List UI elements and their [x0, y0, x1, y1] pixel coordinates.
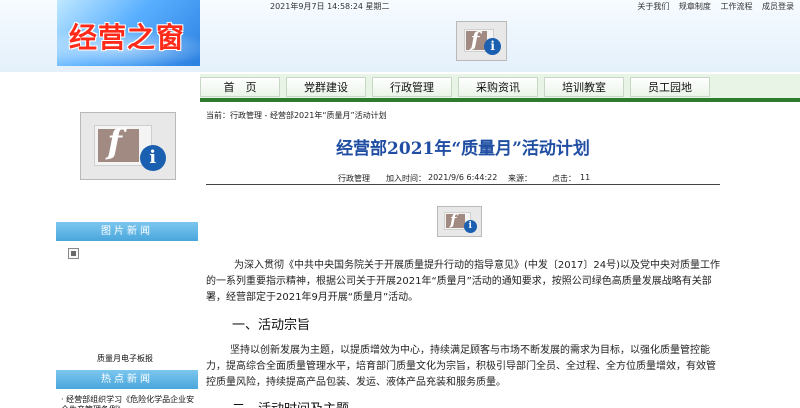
- info-icon: i: [484, 38, 502, 56]
- nav-tab-home[interactable]: 首 页: [200, 77, 280, 97]
- top-link-workflow[interactable]: 工作流程: [720, 2, 752, 11]
- pic-news-caption[interactable]: 质量月电子板报: [97, 353, 153, 364]
- clicks-label: 点击：: [552, 174, 576, 183]
- flash-f-icon: f: [470, 27, 480, 52]
- top-link-login[interactable]: 成员登录: [762, 2, 794, 11]
- pic-news-header[interactable]: 图片新闻: [56, 222, 198, 241]
- site-header: 经营之窗 2021年9月7日 14:58:24 星期二 关于我们 规章制度 工作…: [0, 0, 800, 72]
- article-meta: 行政管理 加入时间： 2021/9/6 6:44:22 来源： 点击： 11: [206, 169, 720, 185]
- logo-text: 经营之窗: [69, 21, 186, 54]
- clicks-value: 11: [580, 173, 591, 182]
- breadcrumb: 当前：行政管理 - 经营部2021年“质量月”活动计划: [206, 111, 387, 120]
- flash-plugin-icon[interactable]: f i: [437, 206, 482, 237]
- article-category: 行政管理: [338, 174, 370, 183]
- top-links: 关于我们 规章制度 工作流程 成员登录: [630, 1, 794, 12]
- hot-news-item[interactable]: · 经营部组织学习《危险化学品企业安全生产管理条例》: [61, 395, 198, 408]
- info-icon: i: [463, 219, 477, 233]
- site-logo[interactable]: 经营之窗: [57, 0, 200, 66]
- nav-tab-party[interactable]: 党群建设: [286, 77, 366, 97]
- hot-news-header[interactable]: 热点新闻: [56, 370, 198, 389]
- flash-plugin-icon[interactable]: f i: [80, 112, 176, 180]
- hot-news-item-text: 经营部组织学习《危险化学品企业安全生产管理条例》: [61, 395, 195, 408]
- info-icon: i: [139, 145, 166, 172]
- main-nav: 首 页 党群建设 行政管理 采购资讯 培训教室 员工园地: [200, 72, 800, 102]
- article-title: 经营部2021年“质量月”活动计划: [336, 139, 590, 159]
- flash-f-icon: f: [450, 211, 457, 230]
- top-link-rules[interactable]: 规章制度: [679, 2, 711, 11]
- nav-tab-training[interactable]: 培训教室: [544, 77, 624, 97]
- nav-tab-procurement[interactable]: 采购资讯: [458, 77, 538, 97]
- date-value: 2021/9/6 6:44:22: [428, 173, 498, 182]
- flash-plugin-icon[interactable]: f i: [456, 21, 507, 61]
- article-paragraph: 为深入贯彻《中共中央国务院关于开展质量提升行动的指导意见》(中发〔2017〕24…: [206, 260, 720, 303]
- source-label: 来源：: [508, 174, 532, 183]
- nav-tab-staff[interactable]: 员工园地: [630, 77, 710, 97]
- broken-image-icon[interactable]: [68, 248, 79, 259]
- article-paragraph: 坚持以创新发展为主题，以提质增效为中心，持续满足顾客与市场不断发展的需求为目标，…: [206, 345, 716, 388]
- date-label: 加入时间：: [386, 174, 426, 183]
- section-heading: 一、活动宗旨: [232, 318, 311, 333]
- pic-news-panel: [56, 242, 198, 370]
- current-datetime: 2021年9月7日 14:58:24 星期二: [270, 2, 390, 11]
- top-link-about[interactable]: 关于我们: [637, 2, 669, 11]
- flash-f-icon: f: [107, 122, 122, 163]
- nav-tab-admin[interactable]: 行政管理: [372, 77, 452, 97]
- section-heading: 二、活动时间及主题: [232, 398, 349, 408]
